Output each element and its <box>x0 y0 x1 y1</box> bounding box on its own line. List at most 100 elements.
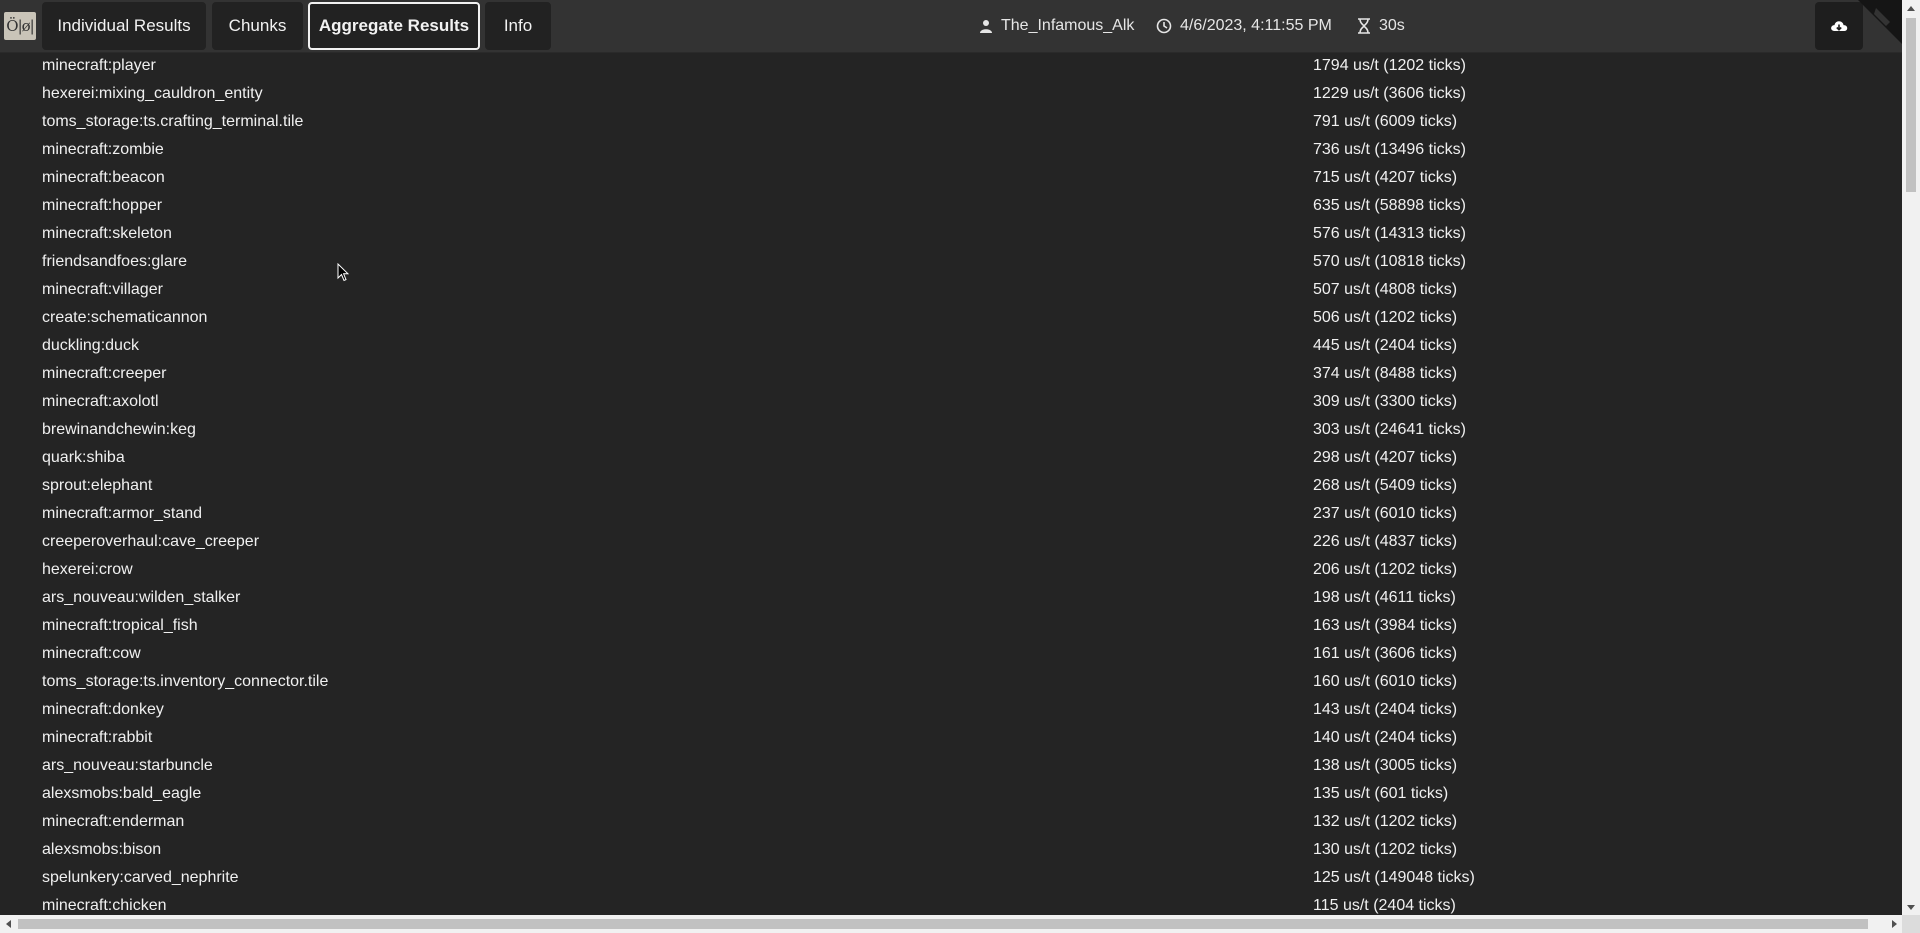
duration: 30s <box>1379 17 1405 34</box>
horizontal-scrollbar[interactable] <box>0 915 1902 933</box>
timestamp-info: 4/6/2023, 4:11:55 PM <box>1156 0 1332 52</box>
result-name: hexerei:crow <box>42 561 133 578</box>
result-value: 506 us/t (1202 ticks) <box>1313 309 1458 326</box>
tab-info[interactable]: Info <box>485 2 551 50</box>
result-name: minecraft:creeper <box>42 365 167 382</box>
result-value: 507 us/t (4808 ticks) <box>1313 281 1458 298</box>
result-row: creeperoverhaul:cave_creeper 226 us/t (48… <box>0 528 1902 556</box>
result-row: minecraft:tropical_fish 163 us/t (3984 ti… <box>0 612 1902 640</box>
cloud-download-icon <box>1831 21 1848 31</box>
result-row: minecraft:axolotl 309 us/t (3300 ticks) <box>0 388 1902 416</box>
result-value: 138 us/t (3005 ticks) <box>1313 757 1458 774</box>
user-info: The_Infamous_Alk <box>979 0 1134 52</box>
result-row: ars_nouveau:wilden_stalker 198 us/t (4611… <box>0 584 1902 612</box>
result-name: minecraft:rabbit <box>42 729 153 746</box>
result-name: alexsmobs:bison <box>42 841 162 858</box>
vertical-scroll-thumb[interactable] <box>1906 18 1916 192</box>
result-value: 1794 us/t (1202 ticks) <box>1313 57 1466 74</box>
timestamp: 4/6/2023, 4:11:55 PM <box>1180 17 1332 34</box>
result-row: minecraft:hopper 635 us/t (58898 ticks) <box>0 192 1902 220</box>
result-value: 206 us/t (1202 ticks) <box>1313 561 1458 578</box>
result-name: duckling:duck <box>42 337 139 354</box>
corner-ribbon[interactable] <box>1850 0 1902 52</box>
result-row: ars_nouveau:starbuncle 138 us/t (3005 tic… <box>0 752 1902 780</box>
result-row: brewinandchewin:keg 303 us/t (24641 ticks… <box>0 416 1902 444</box>
result-name: create:schematicannon <box>42 309 208 326</box>
result-row: create:schematicannon 506 us/t (1202 tick… <box>0 304 1902 332</box>
result-value: 445 us/t (2404 ticks) <box>1313 337 1458 354</box>
result-name: minecraft:hopper <box>42 197 163 214</box>
result-row: minecraft:cow 161 us/t (3606 ticks) <box>0 640 1902 668</box>
result-name: toms_storage:ts.inventory_connector.tile <box>42 673 329 690</box>
result-row: hexerei:mixing_cauldron_entity 1229 us/t … <box>0 80 1902 108</box>
result-value: 374 us/t (8488 ticks) <box>1313 365 1458 382</box>
result-name: toms_storage:ts.crafting_terminal.tile <box>42 113 304 130</box>
result-row: quark:shiba 298 us/t (4207 ticks) <box>0 444 1902 472</box>
result-value: 1229 us/t (3606 ticks) <box>1313 85 1466 102</box>
result-row: minecraft:villager 507 us/t (4808 ticks) <box>0 276 1902 304</box>
tab-chunks[interactable]: Chunks <box>212 2 303 50</box>
scrollbar-corner <box>1902 915 1920 933</box>
result-value: 135 us/t (601 ticks) <box>1313 785 1449 802</box>
result-row: alexsmobs:bison 130 us/t (1202 ticks) <box>0 836 1902 864</box>
result-value: 115 us/t (2404 ticks) <box>1313 897 1456 914</box>
vertical-scrollbar[interactable] <box>1902 0 1920 915</box>
result-value: 791 us/t (6009 ticks) <box>1313 113 1458 130</box>
result-value: 576 us/t (14313 ticks) <box>1313 225 1466 242</box>
result-value: 715 us/t (4207 ticks) <box>1313 169 1458 186</box>
user-icon <box>980 20 992 33</box>
scroll-down-arrow-icon[interactable] <box>1902 899 1920 915</box>
result-name: minecraft:beacon <box>42 169 165 186</box>
clock-icon <box>1156 18 1172 34</box>
result-name: hexerei:mixing_cauldron_entity <box>42 85 263 102</box>
github-corner-icon <box>1858 0 1902 44</box>
result-name: alexsmobs:bald_eagle <box>42 785 202 802</box>
result-row: minecraft:player 1794 us/t (1202 ticks) <box>0 52 1902 80</box>
result-value: 268 us/t (5409 ticks) <box>1313 477 1458 494</box>
result-name: minecraft:chicken <box>42 897 167 914</box>
result-row: minecraft:creeper 374 us/t (8488 ticks) <box>0 360 1902 388</box>
result-row: minecraft:beacon 715 us/t (4207 ticks) <box>0 164 1902 192</box>
result-value: 570 us/t (10818 ticks) <box>1313 253 1466 270</box>
result-name: friendsandfoes:glare <box>42 253 187 270</box>
result-name: creeperoverhaul:cave_creeper <box>42 533 260 550</box>
result-value: 298 us/t (4207 ticks) <box>1313 449 1458 466</box>
result-row: alexsmobs:bald_eagle 135 us/t (601 ticks) <box>0 780 1902 808</box>
hourglass-icon <box>1358 18 1370 34</box>
scroll-right-arrow-icon[interactable] <box>1886 915 1902 933</box>
tab-individual-results[interactable]: Individual Results <box>42 2 206 50</box>
app-logo: Ö|ø| <box>4 12 36 40</box>
result-row: friendsandfoes:glare 570 us/t (10818 tick… <box>0 248 1902 276</box>
result-value: 132 us/t (1202 ticks) <box>1313 813 1458 830</box>
duration-info: 30s <box>1357 0 1405 52</box>
result-name: minecraft:skeleton <box>42 225 172 242</box>
result-row: toms_storage:ts.inventory_connector.tile… <box>0 668 1902 696</box>
result-value: 226 us/t (4837 ticks) <box>1313 533 1458 550</box>
result-name: minecraft:player <box>42 57 156 74</box>
result-value: 163 us/t (3984 ticks) <box>1313 617 1458 634</box>
result-name: brewinandchewin:keg <box>42 421 196 438</box>
aggregate-results-list: minecraft:player 1794 us/t (1202 ticks) he… <box>0 52 1902 915</box>
result-name: minecraft:villager <box>42 281 163 298</box>
scroll-left-arrow-icon[interactable] <box>0 915 16 933</box>
result-row: sprout:elephant 268 us/t (5409 ticks) <box>0 472 1902 500</box>
app-viewport: Ö|ø| Individual Results Chunks Aggregate… <box>0 0 1920 933</box>
result-value: 198 us/t (4611 ticks) <box>1313 589 1456 606</box>
result-value: 161 us/t (3606 ticks) <box>1313 645 1458 662</box>
result-value: 125 us/t (149048 ticks) <box>1313 869 1475 886</box>
top-bar: Ö|ø| Individual Results Chunks Aggregate… <box>0 0 1902 53</box>
scroll-up-arrow-icon[interactable] <box>1902 0 1920 16</box>
result-row: minecraft:chicken 115 us/t (2404 ticks) <box>0 892 1902 915</box>
result-value: 303 us/t (24641 ticks) <box>1313 421 1466 438</box>
result-row: hexerei:crow 206 us/t (1202 ticks) <box>0 556 1902 584</box>
result-row: spelunkery:carved_nephrite 125 us/t (1490… <box>0 864 1902 892</box>
tab-aggregate-results[interactable]: Aggregate Results <box>308 2 480 50</box>
horizontal-scroll-thumb[interactable] <box>18 919 1868 929</box>
result-name: spelunkery:carved_nephrite <box>42 869 239 886</box>
result-row: minecraft:zombie 736 us/t (13496 ticks) <box>0 136 1902 164</box>
result-value: 237 us/t (6010 ticks) <box>1313 505 1458 522</box>
user-name: The_Infamous_Alk <box>1001 17 1135 34</box>
result-name: minecraft:tropical_fish <box>42 617 198 634</box>
result-value: 635 us/t (58898 ticks) <box>1313 197 1466 214</box>
result-name: minecraft:axolotl <box>42 393 159 410</box>
